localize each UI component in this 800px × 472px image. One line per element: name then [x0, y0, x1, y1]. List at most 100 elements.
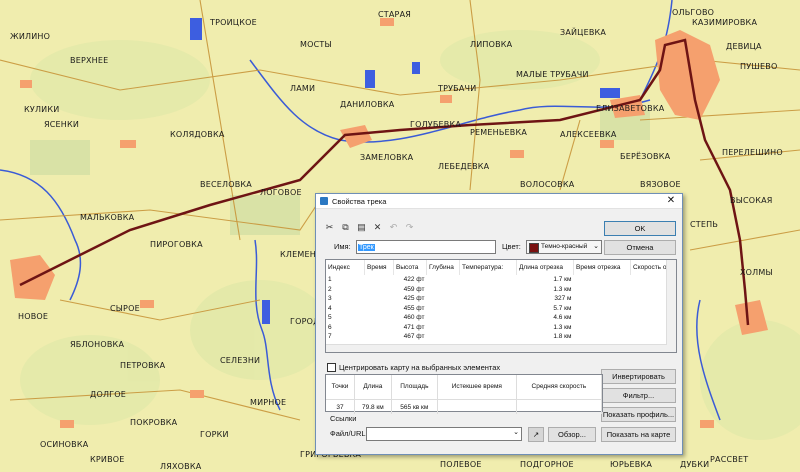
- town-label: ЛЕБЕДЕВКА: [438, 162, 490, 171]
- cell-time: [365, 304, 394, 314]
- town-label: ВЫСОКАЯ: [730, 196, 773, 205]
- stats-avgspeed-header: Средняя скорость: [516, 375, 603, 400]
- col-temperature[interactable]: Температура:: [459, 260, 517, 275]
- table-row[interactable]: 3 425 фт 327 м: [326, 294, 676, 304]
- dialog-titlebar[interactable]: Свойства трека ✕: [316, 194, 682, 209]
- chevron-down-icon: ⌄: [513, 429, 519, 436]
- chevron-down-icon: ⌄: [593, 243, 599, 250]
- town-label: ЛЯХОВКА: [160, 462, 202, 471]
- stats-elapsed-header: Истекшее время: [437, 375, 517, 400]
- stats-points-header: Точки: [326, 375, 356, 400]
- show-profile-button[interactable]: Показать профиль...: [601, 407, 676, 422]
- track-statistics: Точки Длина Площадь Истекшее время Средн…: [325, 374, 603, 414]
- ok-button[interactable]: OK: [604, 221, 676, 236]
- cell-leg-length: 1.3 км: [553, 323, 572, 331]
- town-label: ПЕТРОВКА: [120, 361, 166, 370]
- col-leg-length[interactable]: Длина отрезка: [516, 260, 574, 275]
- invert-button[interactable]: Инвертировать: [601, 369, 676, 384]
- cell-temperature: [460, 332, 517, 342]
- undo-icon[interactable]: ↶: [388, 222, 399, 233]
- town-label: СЕЛЕЗНИ: [220, 356, 261, 365]
- cell-index: 2: [328, 285, 332, 293]
- cell-index: 6: [328, 323, 332, 331]
- stats-elapsed-value: [437, 399, 517, 414]
- cell-time: [365, 323, 394, 333]
- town-label: ПУШЕВО: [740, 62, 778, 71]
- cell-altitude: 425 фт: [403, 295, 425, 303]
- delete-icon[interactable]: ✕: [372, 222, 383, 233]
- color-select[interactable]: Темно-красный ⌄: [526, 240, 602, 254]
- town-label: ВЕСЕЛОВКА: [200, 180, 252, 189]
- name-label: Имя:: [334, 242, 351, 251]
- color-value: Темно-красный: [541, 243, 588, 250]
- town-label: ПОКРОВКА: [130, 418, 178, 427]
- file-url-field[interactable]: ⌄: [366, 427, 522, 441]
- cell-leg-length: 1.8 км: [553, 333, 572, 341]
- center-map-checkbox[interactable]: [327, 363, 336, 372]
- table-row[interactable]: 7 467 фт 1.8 км: [326, 332, 676, 342]
- browse-button[interactable]: Обзор...: [548, 427, 596, 442]
- stats-area-value: 565 кв км: [391, 399, 438, 414]
- town-label: ЛОГОВОЕ: [260, 188, 302, 197]
- open-link-icon[interactable]: ↗: [528, 427, 544, 442]
- table-row[interactable]: 6 471 фт 1.3 км: [326, 323, 676, 333]
- town-label: ЮРЬЕВКА: [610, 460, 653, 469]
- links-label: Ссылки: [330, 414, 357, 423]
- town-label: ЛАМИ: [290, 84, 316, 93]
- stats-points-value: 37: [326, 399, 356, 414]
- cut-icon[interactable]: ✂: [324, 222, 335, 233]
- town-label: ЛИПОВКА: [470, 40, 513, 49]
- name-value: Трек: [358, 244, 375, 251]
- col-time[interactable]: Время: [364, 260, 394, 275]
- town-label: ЯСЕНКИ: [44, 120, 80, 129]
- cell-leg-length: 4.6 км: [553, 314, 572, 322]
- stats-length-header: Длина: [354, 375, 392, 400]
- cell-altitude: 455 фт: [403, 304, 425, 312]
- town-label: ОЛЬГОВО: [672, 8, 715, 17]
- col-index[interactable]: Индекс: [326, 260, 365, 275]
- table-row[interactable]: 4 455 фт 5.7 км: [326, 304, 676, 314]
- cell-leg-time: [574, 304, 631, 314]
- horizontal-scrollbar[interactable]: [326, 344, 667, 352]
- paste-icon[interactable]: ▤: [356, 222, 367, 233]
- cell-temperature: [460, 323, 517, 333]
- close-icon[interactable]: ✕: [660, 194, 682, 208]
- town-label: МАЛЬКОВКА: [80, 213, 135, 222]
- town-label: ЯБЛОНОВКА: [70, 340, 125, 349]
- town-label: КОЛЯДОВКА: [170, 130, 225, 139]
- col-depth[interactable]: Глубина: [426, 260, 460, 275]
- filter-button[interactable]: Фильтр...: [601, 388, 676, 403]
- town-label: ЗАМЕЛОВКА: [360, 153, 414, 162]
- cell-depth: [427, 275, 460, 285]
- cancel-button[interactable]: Отмена: [604, 240, 676, 255]
- copy-icon[interactable]: ⧉: [340, 222, 351, 233]
- track-points-table[interactable]: Индекс Время Высота Глубина Температура:…: [325, 259, 677, 353]
- vertical-scrollbar[interactable]: [666, 260, 676, 352]
- town-label: ДАНИЛОВКА: [340, 100, 395, 109]
- town-label: ГОРКИ: [200, 430, 229, 439]
- cell-depth: [427, 313, 460, 323]
- cell-index: 3: [328, 295, 332, 303]
- town-label: ПИРОГОВКА: [150, 240, 203, 249]
- name-field[interactable]: Трек: [356, 240, 496, 254]
- town-label: ДУБКИ: [680, 460, 710, 469]
- cell-temperature: [460, 294, 517, 304]
- town-label: ТРОИЦКОЕ: [210, 18, 257, 27]
- show-on-map-button[interactable]: Показать на карте: [601, 427, 676, 442]
- table-row[interactable]: 5 460 фт 4.6 км: [326, 313, 676, 323]
- table-row[interactable]: 2 459 фт 1.3 км: [326, 285, 676, 295]
- cell-leg-time: [574, 323, 631, 333]
- col-leg-time[interactable]: Время отрезка: [573, 260, 631, 275]
- cell-leg-time: [574, 313, 631, 323]
- table-row[interactable]: 1 422 фт 1.7 км: [326, 275, 676, 285]
- town-label: АЛЕКСЕЕВКА: [560, 130, 617, 139]
- town-label: КАЗИМИРОВКА: [692, 18, 758, 27]
- redo-icon[interactable]: ↷: [404, 222, 415, 233]
- col-altitude[interactable]: Высота: [393, 260, 427, 275]
- toolbar: ✂ ⧉ ▤ ✕ ↶ ↷: [324, 222, 415, 233]
- cell-leg-time: [574, 275, 631, 285]
- town-label: ЖИЛИНО: [10, 32, 51, 41]
- cell-leg-length: 327 м: [554, 295, 572, 303]
- town-label: КРИВОЕ: [90, 455, 125, 464]
- town-label: СТАРАЯ: [378, 10, 412, 19]
